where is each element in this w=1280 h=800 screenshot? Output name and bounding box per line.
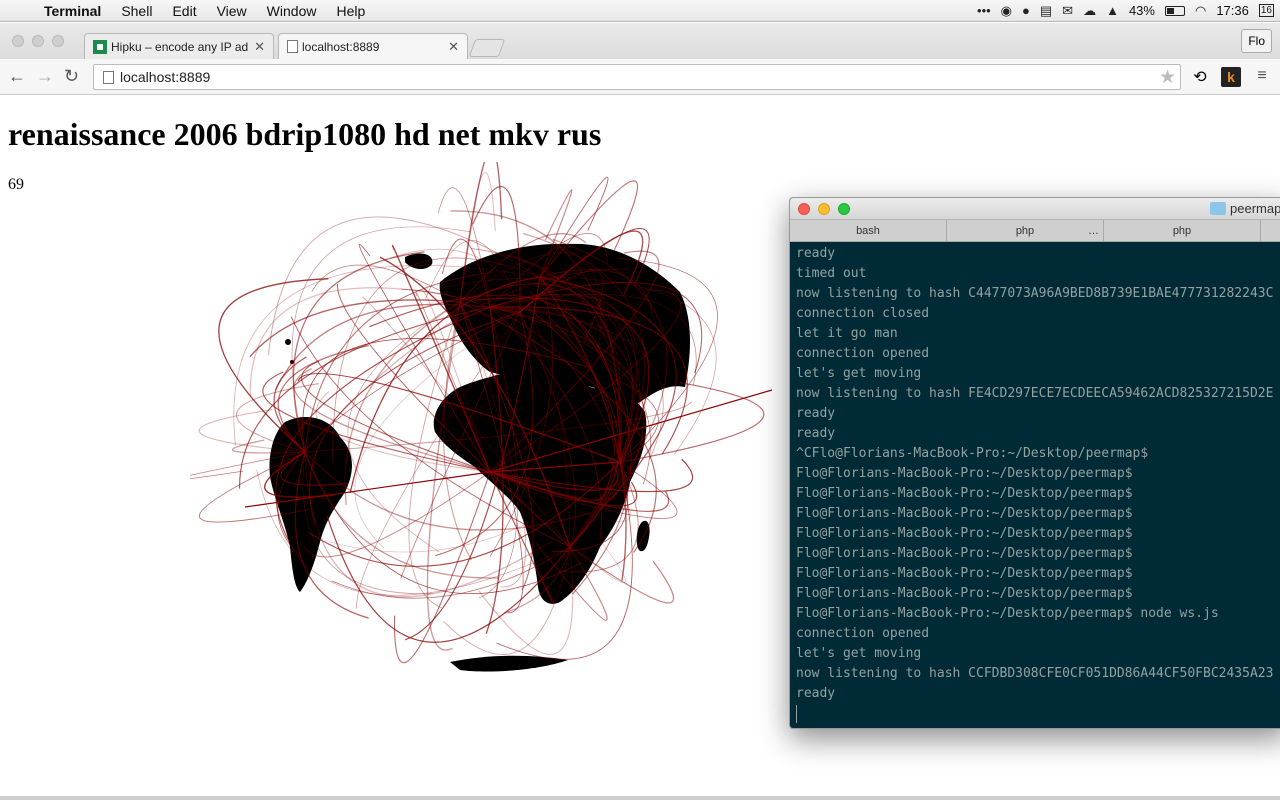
browser-zoom-button[interactable] [52, 35, 64, 47]
terminal-window-title: peermap [1230, 201, 1280, 216]
terminal-line: ready [796, 686, 836, 701]
terminal-line: ready [796, 246, 836, 261]
terminal-window[interactable]: peermap bash php … php ready timed out now … [789, 197, 1280, 729]
terminal-line: Flo@Florians-MacBook-Pro:~/Desktop/peerm… [796, 526, 1133, 541]
page-icon [287, 40, 298, 53]
hipku-favicon-icon [93, 39, 107, 54]
menu-window[interactable]: Window [257, 3, 327, 19]
terminal-tab-php-2[interactable]: php [1104, 220, 1261, 241]
browser-close-button[interactable] [12, 35, 24, 47]
tab-label: php [1015, 225, 1035, 237]
terminal-line: Flo@Florians-MacBook-Pro:~/Desktop/peerm… [796, 606, 1219, 621]
mail-icon[interactable]: ✉ [1062, 3, 1073, 19]
terminal-line: Flo@Florians-MacBook-Pro:~/Desktop/peerm… [796, 586, 1133, 601]
terminal-line: let's get moving [796, 646, 922, 661]
screen-bottom-edge [0, 796, 1280, 800]
calendar-icon[interactable]: 16 [1258, 4, 1274, 17]
menu-shell[interactable]: Shell [111, 3, 162, 19]
overflow-icon: … [1088, 225, 1099, 237]
cloud-icon[interactable]: ☁ [1083, 3, 1096, 19]
tab-localhost[interactable]: localhost:8889 ✕ [278, 33, 468, 59]
menubar: Terminal Shell Edit View Window Help •••… [0, 0, 1280, 22]
menu-view[interactable]: View [207, 3, 257, 19]
battery-percent: 43% [1128, 3, 1155, 18]
accessibility-icon[interactable]: ◉ [1001, 3, 1012, 19]
k-extension-icon[interactable]: k [1221, 67, 1241, 87]
tab-title: localhost:8889 [302, 39, 380, 54]
forward-icon[interactable]: → [36, 66, 54, 87]
terminal-cursor [796, 704, 1280, 724]
browser-toolbar: ← → ↻ ★ ⟲ k ≡ [0, 59, 1280, 95]
reload-icon[interactable]: ↻ [64, 66, 79, 87]
peer-globe-map [190, 162, 773, 672]
terminal-line: ready [796, 406, 836, 421]
terminal-titlebar[interactable]: peermap [790, 198, 1280, 220]
url-input[interactable] [120, 68, 1150, 86]
menu-app-name[interactable]: Terminal [40, 3, 111, 19]
terminal-line: Flo@Florians-MacBook-Pro:~/Desktop/peerm… [796, 466, 1133, 481]
profile-button[interactable]: Flo [1241, 29, 1272, 53]
terminal-output[interactable]: ready timed out now listening to hash C447… [790, 242, 1280, 726]
terminal-line: now listening to hash FE4CD297ECE7ECDEEC… [796, 386, 1274, 401]
browser-minimize-button[interactable] [32, 35, 44, 47]
more-icon[interactable]: ••• [977, 3, 991, 18]
connection-arc [394, 471, 491, 664]
close-icon[interactable]: ✕ [448, 39, 459, 55]
terminal-line: connection closed [796, 306, 930, 321]
wifi-icon[interactable]: ◠ [1195, 3, 1206, 19]
tab-hipku[interactable]: Hipku – encode any IP add ✕ [84, 33, 274, 59]
menubar-status-area: ••• ◉ ● ▤ ✉ ☁ ▲ 43% ◠ 17:36 16 [977, 3, 1280, 19]
address-bar[interactable]: ★ [93, 64, 1181, 90]
terminal-line: let it go man [796, 326, 898, 341]
terminal-zoom-button[interactable] [838, 203, 850, 215]
terminal-line: now listening to hash CCFDBD308CFE0CF051… [796, 666, 1274, 681]
terminal-line: Flo@Florians-MacBook-Pro:~/Desktop/peerm… [796, 506, 1133, 521]
terminal-tab-bash[interactable]: bash [790, 220, 947, 241]
terminal-line: now listening to hash C4477073A96A9BED8B… [796, 286, 1274, 301]
record-icon[interactable]: ● [1022, 3, 1030, 18]
menu-edit[interactable]: Edit [162, 3, 206, 19]
drive-icon[interactable]: ▲ [1106, 3, 1119, 18]
terminal-line: Flo@Florians-MacBook-Pro:~/Desktop/peerm… [796, 546, 1133, 561]
land-island [285, 339, 291, 345]
terminal-line: ready [796, 426, 836, 441]
browser-tabstrip: Hipku – encode any IP add ✕ localhost:88… [0, 23, 1280, 59]
terminal-close-button[interactable] [798, 203, 810, 215]
new-tab-button[interactable] [468, 39, 506, 57]
page-title: renaissance 2006 bdrip1080 hd net mkv ru… [8, 116, 602, 152]
battery-icon[interactable] [1164, 5, 1185, 16]
menu-help[interactable]: Help [326, 3, 375, 19]
menu-hamburger-icon[interactable]: ≡ [1252, 67, 1272, 87]
terminal-tab-php-1[interactable]: php … [947, 220, 1104, 241]
bookmark-star-icon[interactable]: ★ [1159, 66, 1176, 89]
terminal-line: connection opened [796, 626, 930, 641]
back-icon[interactable]: ← [8, 66, 26, 87]
terminal-tabbar: bash php … php [790, 220, 1280, 242]
stack-icon[interactable]: ▤ [1040, 3, 1052, 19]
land-madagascar [636, 520, 650, 552]
sync-extension-icon[interactable]: ⟲ [1190, 67, 1210, 87]
folder-icon [1210, 202, 1226, 215]
terminal-line: timed out [796, 266, 867, 281]
terminal-minimize-button[interactable] [818, 203, 830, 215]
clock[interactable]: 17:36 [1216, 3, 1249, 18]
peer-count: 69 [8, 176, 24, 193]
terminal-line: Flo@Florians-MacBook-Pro:~/Desktop/peerm… [796, 486, 1133, 501]
tab-title: Hipku – encode any IP add [111, 39, 249, 54]
terminal-line: let's get moving [796, 366, 922, 381]
terminal-line: ^CFlo@Florians-MacBook-Pro:~/Desktop/pee… [796, 446, 1149, 461]
terminal-line: connection opened [796, 346, 930, 361]
close-icon[interactable]: ✕ [254, 39, 265, 55]
terminal-line: Flo@Florians-MacBook-Pro:~/Desktop/peerm… [796, 566, 1133, 581]
page-icon [103, 71, 114, 84]
